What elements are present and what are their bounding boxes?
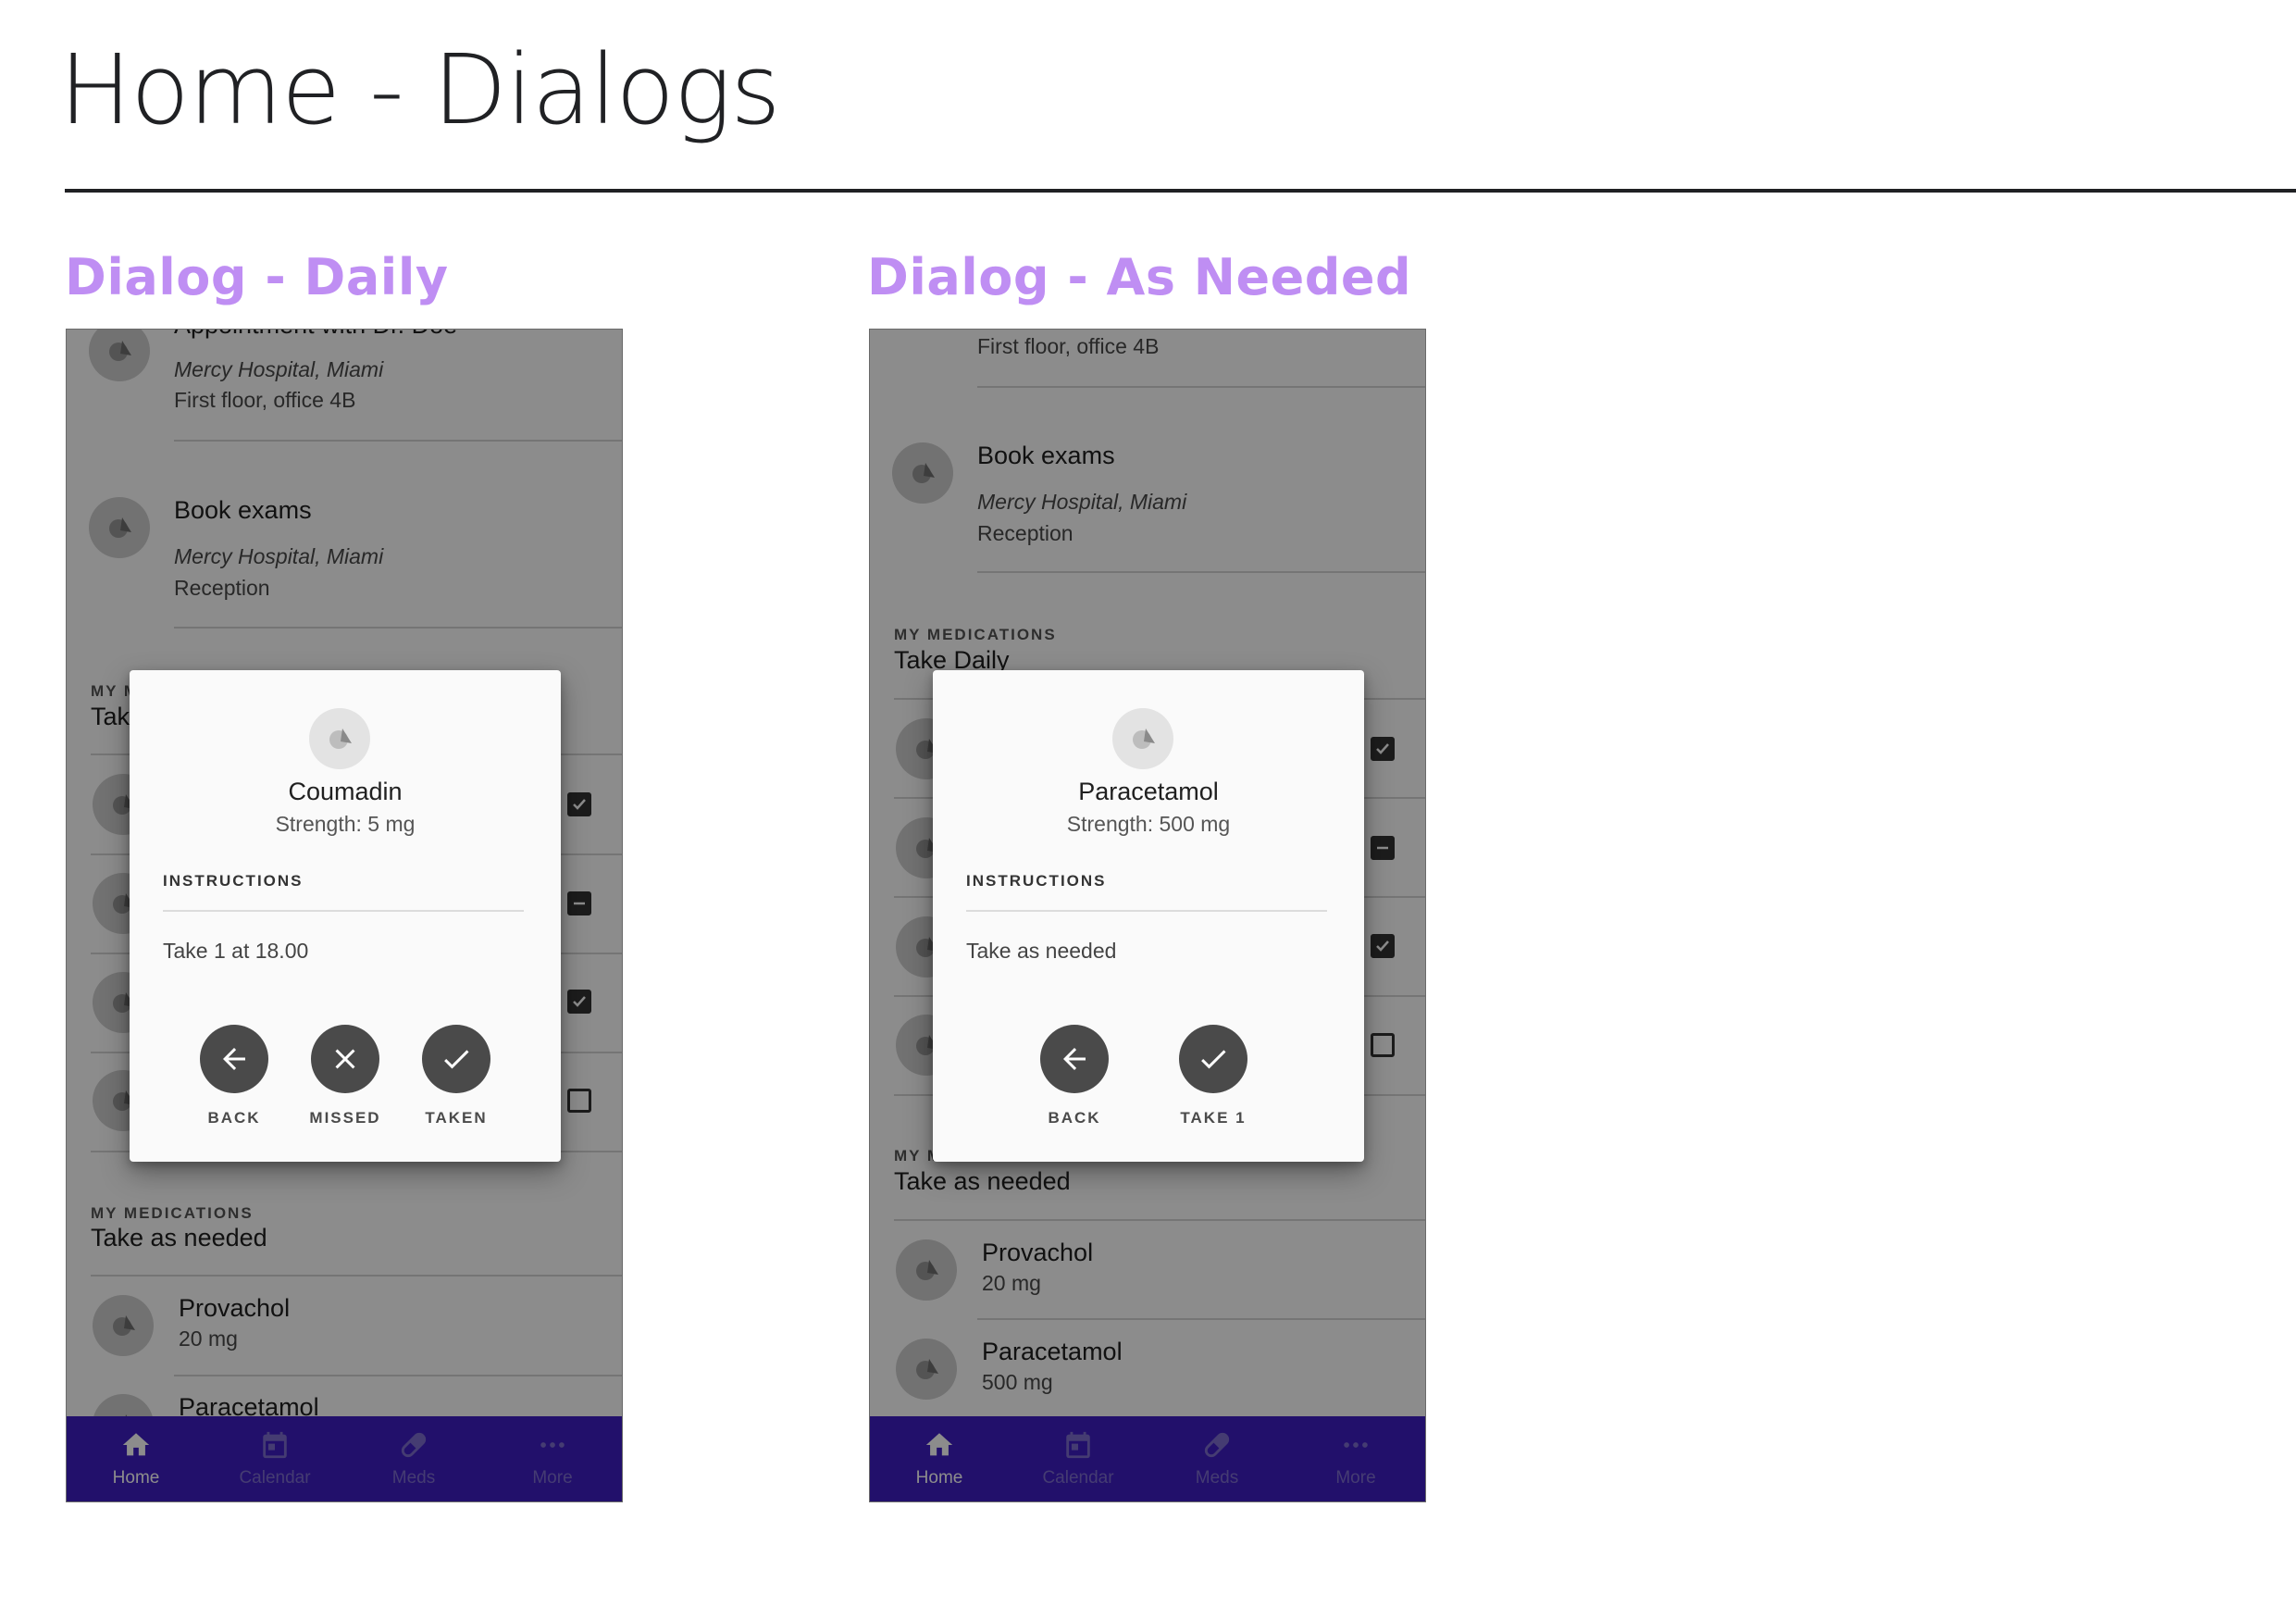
instructions-text: Take 1 at 18.00 [163, 939, 309, 963]
arrow-left-icon [1063, 1048, 1086, 1070]
taken-button[interactable]: TAKEN [405, 1025, 507, 1127]
bottom-navigation: Home Calendar Meds More [870, 1416, 1425, 1501]
bottom-navigation: Home Calendar Meds More [67, 1416, 622, 1501]
dialog-medication-name: Coumadin [288, 778, 403, 805]
action-label: BACK [207, 1109, 261, 1127]
section-title-as-needed: Dialog - As Needed [867, 248, 1412, 306]
arrow-left-icon [223, 1048, 245, 1070]
check-icon [1201, 1050, 1226, 1069]
nav-scrim [67, 1416, 622, 1501]
phone-screen-as-needed: First floor, office 4B Book exams Mercy … [869, 329, 1426, 1502]
medication-dialog: Paracetamol Strength: 500 mg INSTRUCTION… [933, 670, 1364, 1162]
instructions-text: Take as needed [966, 939, 1117, 963]
action-label: TAKEN [425, 1109, 488, 1127]
section-title-daily: Dialog - Daily [65, 248, 449, 306]
divider [163, 910, 524, 912]
missed-button[interactable]: MISSED [294, 1025, 396, 1127]
dialog-strength: Strength: 500 mg [1066, 812, 1231, 836]
action-label: MISSED [309, 1109, 381, 1127]
title-divider [65, 189, 2296, 193]
check-icon [444, 1050, 469, 1069]
instructions-label: INSTRUCTIONS [163, 872, 304, 890]
medication-icon [1112, 708, 1173, 769]
back-button[interactable]: BACK [183, 1025, 285, 1127]
phone-screen-daily: Appointment with Dr. Doe Mercy Hospital,… [66, 329, 623, 1502]
action-label: BACK [1048, 1109, 1101, 1127]
medication-icon [309, 708, 370, 769]
take-one-button[interactable]: TAKE 1 [1162, 1025, 1264, 1127]
back-button[interactable]: BACK [1024, 1025, 1125, 1127]
dialog-strength: Strength: 5 mg [275, 812, 416, 836]
close-icon [335, 1049, 355, 1069]
instructions-label: INSTRUCTIONS [966, 872, 1107, 890]
page-title: Home - Dialogs [59, 33, 781, 146]
dialog-medication-name: Paracetamol [1078, 778, 1219, 805]
action-label: TAKE 1 [1180, 1109, 1247, 1127]
medication-dialog: Coumadin Strength: 5 mg INSTRUCTIONS Tak… [130, 670, 561, 1162]
nav-scrim [870, 1416, 1425, 1501]
divider [966, 910, 1327, 912]
